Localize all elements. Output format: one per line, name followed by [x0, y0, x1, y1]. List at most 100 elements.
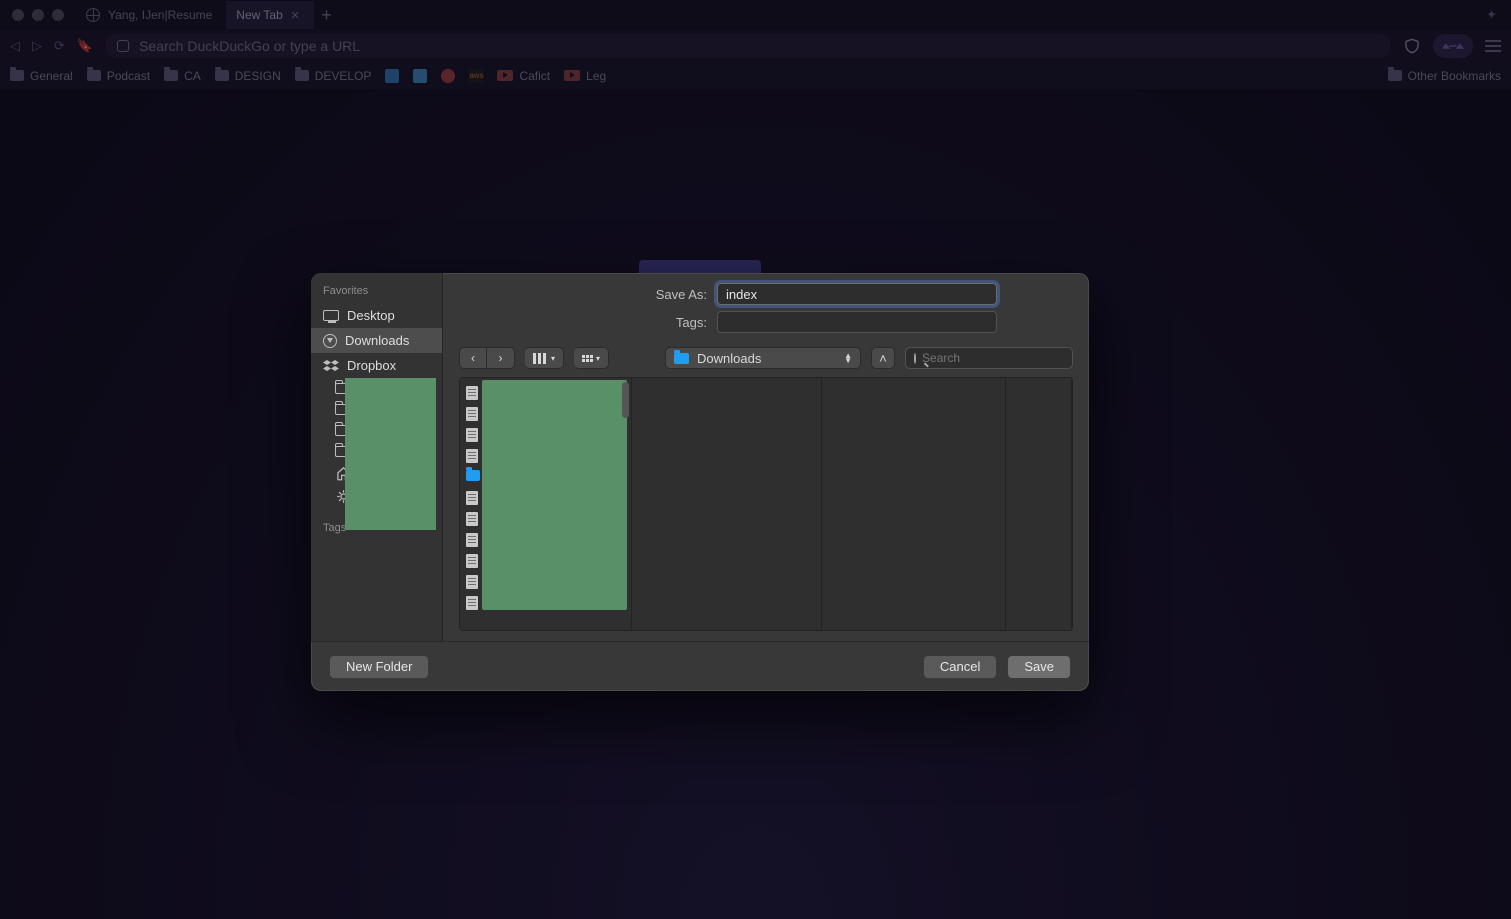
tab-new-tab[interactable]: New Tab ×	[226, 1, 313, 29]
bookmark-button[interactable]: 🔖	[77, 38, 93, 54]
tab-label: Yang, IJen|Resume	[108, 8, 212, 22]
sidebar-item-downloads[interactable]: Downloads	[311, 328, 442, 353]
location-label: Downloads	[697, 351, 761, 366]
document-icon	[466, 449, 478, 463]
menu-button[interactable]	[1485, 40, 1501, 52]
folder-icon	[215, 70, 229, 81]
tags-input[interactable]	[717, 311, 997, 333]
other-bookmarks[interactable]: Other Bookmarks	[1388, 69, 1501, 83]
bookmark-leg[interactable]: Leg	[564, 69, 606, 83]
traffic-minimize-icon[interactable]	[32, 9, 44, 21]
search-field[interactable]	[905, 347, 1073, 369]
cancel-button[interactable]: Cancel	[923, 655, 997, 679]
save-as-input[interactable]	[717, 283, 997, 305]
bookmark-general[interactable]: General	[10, 69, 73, 83]
file-column-0[interactable]	[460, 378, 632, 630]
sidebar-item-label: Desktop	[347, 308, 395, 323]
file-column-3[interactable]	[1006, 378, 1072, 630]
sidebar-header-favorites: Favorites	[311, 281, 442, 303]
file-column-2[interactable]	[822, 378, 1006, 630]
bookmark-app-1[interactable]	[385, 69, 399, 83]
document-icon	[466, 575, 478, 589]
file-browser-columns	[459, 377, 1073, 631]
folder-icon	[466, 470, 480, 481]
folder-icon	[295, 70, 309, 81]
downloads-icon	[323, 334, 337, 348]
file-column-1[interactable]	[632, 378, 822, 630]
document-icon	[466, 386, 478, 400]
sidebar-item-label: Dropbox	[347, 358, 396, 373]
enclosing-folder-button[interactable]: ˄	[871, 347, 895, 369]
document-icon	[466, 491, 478, 505]
traffic-zoom-icon[interactable]	[52, 9, 64, 21]
location-popup[interactable]: Downloads ▲▼	[665, 347, 861, 369]
window-titlebar: Yang, IJen|Resume New Tab × + ✦	[0, 0, 1511, 30]
address-placeholder: Search DuckDuckGo or type a URL	[139, 38, 360, 54]
forward-button[interactable]: ▷	[32, 38, 42, 54]
dialog-footer: New Folder Cancel Save	[311, 641, 1089, 691]
new-tab-button[interactable]: +	[314, 5, 340, 26]
view-mode-columns[interactable]: ▾	[525, 347, 564, 369]
folder-icon	[1388, 70, 1402, 81]
bookmarks-bar: General Podcast CA DESIGN DEVELOP aws Ca…	[0, 62, 1511, 90]
youtube-icon	[497, 70, 513, 81]
new-folder-button[interactable]: New Folder	[329, 655, 429, 679]
shields-icon[interactable]	[1403, 36, 1421, 56]
bookmark-design[interactable]: DESIGN	[215, 69, 281, 83]
sidebar-item-label: Downloads	[345, 333, 409, 348]
rewards-button[interactable]	[1433, 34, 1473, 58]
folder-icon	[674, 353, 689, 364]
save-dialog-sidebar: Favorites Desktop Downloads Dropbox	[311, 273, 443, 641]
bookmark-ca[interactable]: CA	[164, 69, 201, 83]
nav-forward-button[interactable]: ›	[487, 347, 515, 369]
save-button[interactable]: Save	[1007, 655, 1071, 679]
back-button[interactable]: ◁	[10, 38, 20, 54]
youtube-icon	[564, 70, 580, 81]
document-icon	[466, 596, 478, 610]
close-tab-icon[interactable]: ×	[291, 7, 300, 24]
traffic-close-icon[interactable]	[12, 9, 24, 21]
bookmark-app-2[interactable]	[413, 69, 427, 83]
tags-label: Tags:	[621, 315, 707, 330]
globe-icon	[86, 8, 100, 22]
view-mode-grid[interactable]: ▾	[574, 347, 609, 369]
sidebar-item-dropbox[interactable]: Dropbox	[311, 353, 442, 378]
reload-button[interactable]: ⟳	[54, 38, 65, 54]
nav-back-button[interactable]: ‹	[459, 347, 487, 369]
folder-icon	[10, 70, 24, 81]
app-icon	[385, 69, 399, 83]
document-icon	[466, 533, 478, 547]
save-as-label: Save As:	[621, 287, 707, 302]
bookmark-app-3[interactable]	[441, 69, 455, 83]
extension-icon[interactable]: ✦	[1486, 7, 1503, 23]
scrollbar[interactable]	[622, 382, 629, 418]
desktop-icon	[323, 310, 339, 321]
search-icon	[914, 353, 916, 364]
document-icon	[466, 512, 478, 526]
tab-label: New Tab	[236, 8, 282, 22]
bookmark-cafict[interactable]: Cafict	[497, 69, 550, 83]
sidebar-item-desktop[interactable]: Desktop	[311, 303, 442, 328]
folder-icon	[87, 70, 101, 81]
tab-resume[interactable]: Yang, IJen|Resume	[76, 1, 226, 29]
redaction-block	[345, 378, 436, 530]
document-icon	[466, 554, 478, 568]
tabstrip: Yang, IJen|Resume New Tab × +	[76, 0, 1486, 30]
save-dialog: Favorites Desktop Downloads Dropbox	[311, 273, 1089, 691]
site-info-icon	[117, 40, 129, 52]
aws-icon: aws	[469, 69, 483, 83]
document-icon	[466, 428, 478, 442]
document-icon	[466, 407, 478, 421]
updown-icon: ▲▼	[844, 353, 852, 363]
app-icon	[413, 69, 427, 83]
toolbar: ◁ ▷ ⟳ 🔖 Search DuckDuckGo or type a URL	[0, 30, 1511, 62]
search-input[interactable]	[922, 351, 1077, 365]
address-bar[interactable]: Search DuckDuckGo or type a URL	[105, 34, 1391, 58]
nav-back-forward: ‹ ›	[459, 347, 515, 369]
bookmark-podcast[interactable]: Podcast	[87, 69, 150, 83]
app-icon	[441, 69, 455, 83]
folder-icon	[164, 70, 178, 81]
bookmark-aws[interactable]: aws	[469, 69, 483, 83]
dropbox-icon	[323, 359, 339, 372]
bookmark-develop[interactable]: DEVELOP	[295, 69, 372, 83]
